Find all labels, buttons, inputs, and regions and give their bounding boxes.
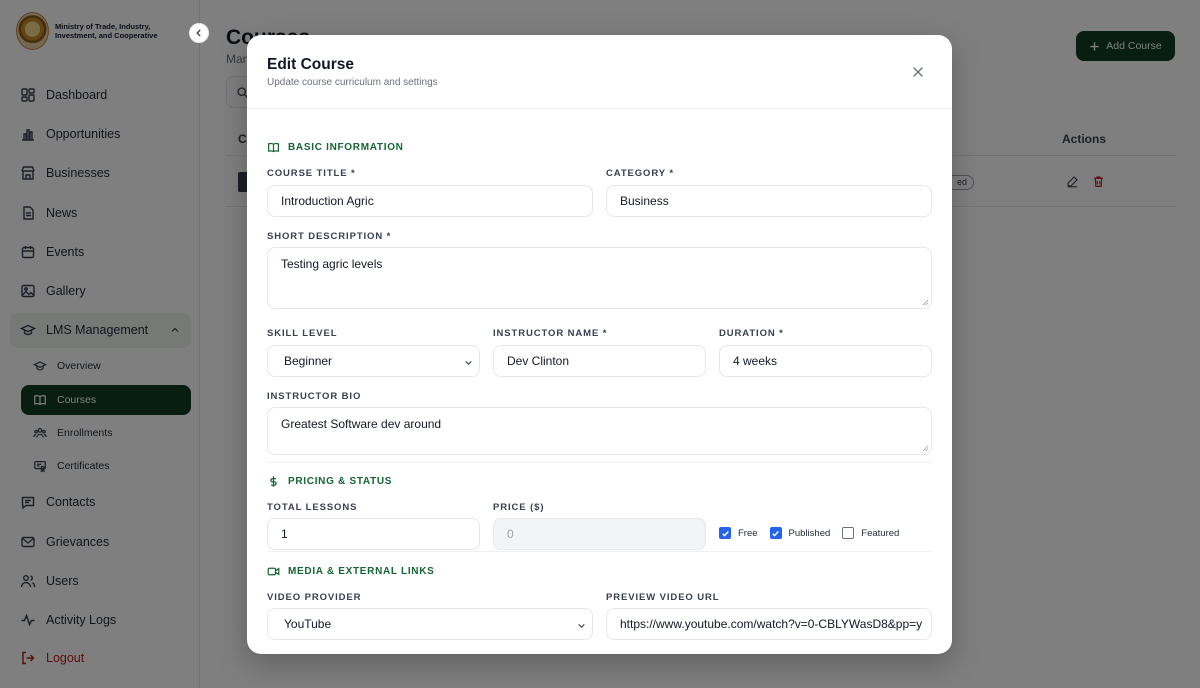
status-checkboxes: Free Published Featured — [719, 527, 899, 539]
skill-level-label: SKILL LEVEL — [267, 328, 338, 339]
resize-grip-icon[interactable] — [922, 299, 929, 306]
section-divider — [267, 551, 932, 552]
edit-course-modal: Edit Course Update course curriculum and… — [247, 35, 952, 654]
modal-divider — [247, 108, 952, 109]
chevron-left-icon — [196, 29, 201, 37]
close-icon[interactable] — [911, 65, 925, 79]
section-title: MEDIA & EXTERNAL LINKS — [288, 566, 435, 577]
published-checkbox[interactable]: Published — [769, 527, 831, 539]
section-pricing-status: PRICING & STATUS — [267, 475, 392, 488]
preview-video-url-input[interactable]: https://www.youtube.com/watch?v=0-CBLYWa… — [606, 608, 932, 640]
video-provider-value: YouTube — [284, 617, 332, 631]
free-checkbox[interactable]: Free — [719, 527, 758, 539]
instructor-name-label: INSTRUCTOR NAME * — [493, 328, 608, 339]
price-input[interactable]: 0 — [493, 518, 706, 550]
video-provider-label: VIDEO PROVIDER — [267, 592, 362, 603]
duration-input[interactable]: 4 weeks — [719, 345, 932, 377]
chevron-down-icon — [578, 623, 585, 628]
category-input[interactable]: Business — [606, 185, 932, 217]
chevron-down-icon — [465, 360, 472, 365]
short-description-textarea[interactable]: Testing agric levels — [267, 247, 932, 309]
total-lessons-label: TOTAL LESSONS — [267, 502, 358, 513]
instructor-name-input[interactable]: Dev Clinton — [493, 345, 706, 377]
video-provider-select[interactable]: YouTube — [267, 608, 593, 640]
short-description-label: SHORT DESCRIPTION * — [267, 231, 392, 242]
price-label: PRICE ($) — [493, 502, 545, 513]
instructor-bio-label: INSTRUCTOR BIO — [267, 391, 362, 402]
section-title: PRICING & STATUS — [288, 476, 393, 487]
instructor-bio-textarea[interactable]: Greatest Software dev around — [267, 407, 932, 455]
featured-label: Featured — [861, 527, 900, 539]
resize-grip-icon[interactable] — [922, 445, 929, 452]
category-label: CATEGORY * — [606, 168, 674, 179]
checkbox-unchecked-icon[interactable] — [842, 527, 855, 539]
section-divider — [267, 462, 932, 463]
course-title-input[interactable]: Introduction Agric — [267, 185, 593, 217]
skill-level-select[interactable]: Beginner — [267, 345, 480, 377]
checkbox-checked-icon[interactable] — [769, 527, 782, 539]
instructor-bio-value: Greatest Software dev around — [281, 417, 442, 431]
duration-label: DURATION * — [719, 328, 784, 339]
featured-checkbox[interactable]: Featured — [842, 527, 899, 539]
short-description-value: Testing agric levels — [281, 257, 383, 271]
checkbox-checked-icon[interactable] — [719, 527, 731, 539]
published-label: Published — [788, 527, 831, 539]
modal-subtitle: Update course curriculum and settings — [267, 77, 438, 88]
video-camera-icon — [267, 567, 280, 576]
modal-title: Edit Course — [267, 56, 354, 73]
total-lessons-input[interactable]: 1 — [267, 518, 480, 550]
course-title-label: COURSE TITLE * — [267, 168, 356, 179]
section-basic-information: BASIC INFORMATION — [267, 141, 404, 154]
collapse-sidebar-button[interactable] — [189, 23, 209, 43]
section-title: BASIC INFORMATION — [288, 142, 404, 153]
preview-video-url-label: PREVIEW VIDEO URL — [606, 592, 720, 603]
skill-level-value: Beginner — [284, 354, 333, 368]
dollar-icon — [270, 476, 277, 487]
free-label: Free — [738, 527, 758, 539]
section-media-links: MEDIA & EXTERNAL LINKS — [267, 565, 435, 578]
book-icon — [268, 142, 279, 153]
